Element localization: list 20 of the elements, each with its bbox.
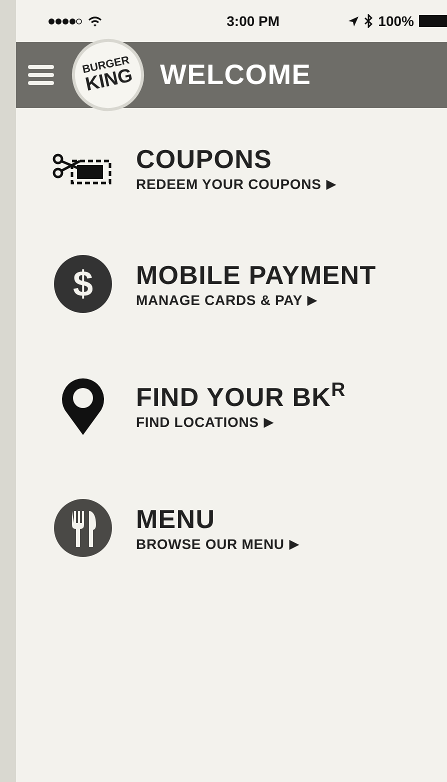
signal-icon [48, 18, 82, 24]
item-title: COUPONS [136, 146, 274, 172]
wifi-icon [88, 16, 102, 26]
item-title: MOBILE PAYMENT [136, 262, 376, 288]
item-title: MENU [136, 506, 216, 532]
status-time: 3:00 PM [226, 12, 280, 30]
fork-spoon-icon [54, 499, 112, 557]
item-link[interactable]: BROWSE OUR MENU ▶ [136, 536, 299, 550]
menu-icon[interactable] [28, 65, 54, 85]
bluetooth-icon [364, 14, 374, 28]
item-title: FIND YOUR BK$^{R}$ [136, 384, 346, 410]
header-title: WELCOME [160, 58, 312, 92]
item-link[interactable]: MANAGE CARDS & PAY ▶ [136, 292, 376, 306]
location-arrow-icon [348, 16, 360, 26]
item-link[interactable]: REDEEM YOUR COUPONS ▶ [136, 177, 336, 191]
dollar-icon: $ [54, 255, 112, 313]
battery-icon [418, 15, 447, 27]
map-pin-icon [61, 377, 105, 435]
battery-percent: 100% [378, 12, 414, 30]
item-link[interactable]: FIND LOCATIONS ▶ [136, 414, 346, 428]
